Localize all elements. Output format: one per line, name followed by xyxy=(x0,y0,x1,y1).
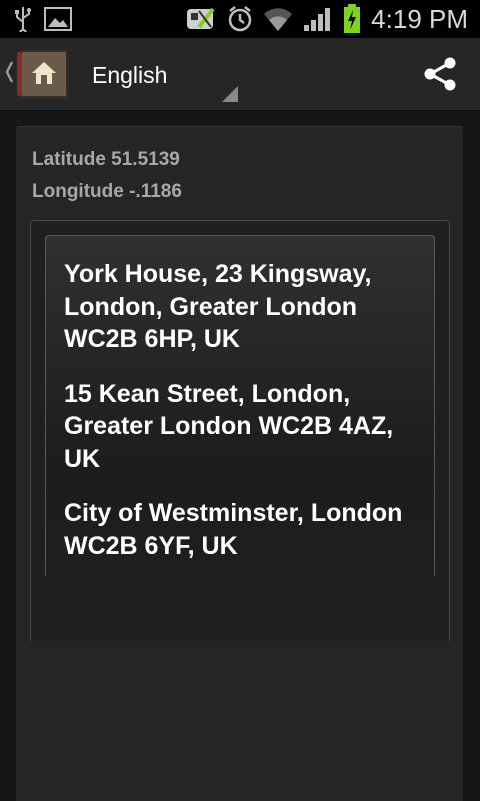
signal-icon xyxy=(304,8,331,31)
satellite-icon xyxy=(187,7,215,29)
status-right-icons: 4:19 PM xyxy=(185,0,468,38)
action-bar: English xyxy=(0,38,480,111)
app-icon xyxy=(17,50,68,98)
image-icon xyxy=(44,7,72,31)
home-up-button[interactable] xyxy=(4,50,70,98)
language-spinner[interactable]: English xyxy=(80,38,240,110)
status-time: 4:19 PM xyxy=(371,4,468,34)
address-list: York House, 23 Kingsway, London, Greater… xyxy=(64,258,424,584)
address-item[interactable]: 15 Kean Street, London, Greater London W… xyxy=(64,378,424,476)
address-panel: York House, 23 Kingsway, London, Greater… xyxy=(30,220,450,641)
battery-charging-icon xyxy=(344,4,361,33)
location-card: Latitude 51.5139 Longitude -.1186 York H… xyxy=(16,126,463,801)
up-caret-icon xyxy=(5,61,14,83)
longitude-text: Longitude -.1186 xyxy=(32,181,182,202)
home-icon xyxy=(32,62,56,84)
alarm-icon xyxy=(228,6,252,32)
book-spine xyxy=(17,52,22,96)
latitude-text: Latitude 51.5139 xyxy=(32,149,180,170)
status-bar: 4:19 PM xyxy=(0,0,480,38)
usb-icon xyxy=(15,7,31,32)
address-item[interactable]: City of Westminster, London WC2B 6YF, UK xyxy=(64,497,424,562)
status-left-icons xyxy=(14,6,72,32)
spinner-arrow-icon xyxy=(222,86,238,102)
address-list-frame: York House, 23 Kingsway, London, Greater… xyxy=(45,235,435,576)
address-item[interactable]: York House, 23 Kingsway, London, Greater… xyxy=(64,258,424,356)
share-icon[interactable] xyxy=(422,56,458,92)
wifi-icon xyxy=(264,8,293,31)
language-label: English xyxy=(92,62,168,88)
